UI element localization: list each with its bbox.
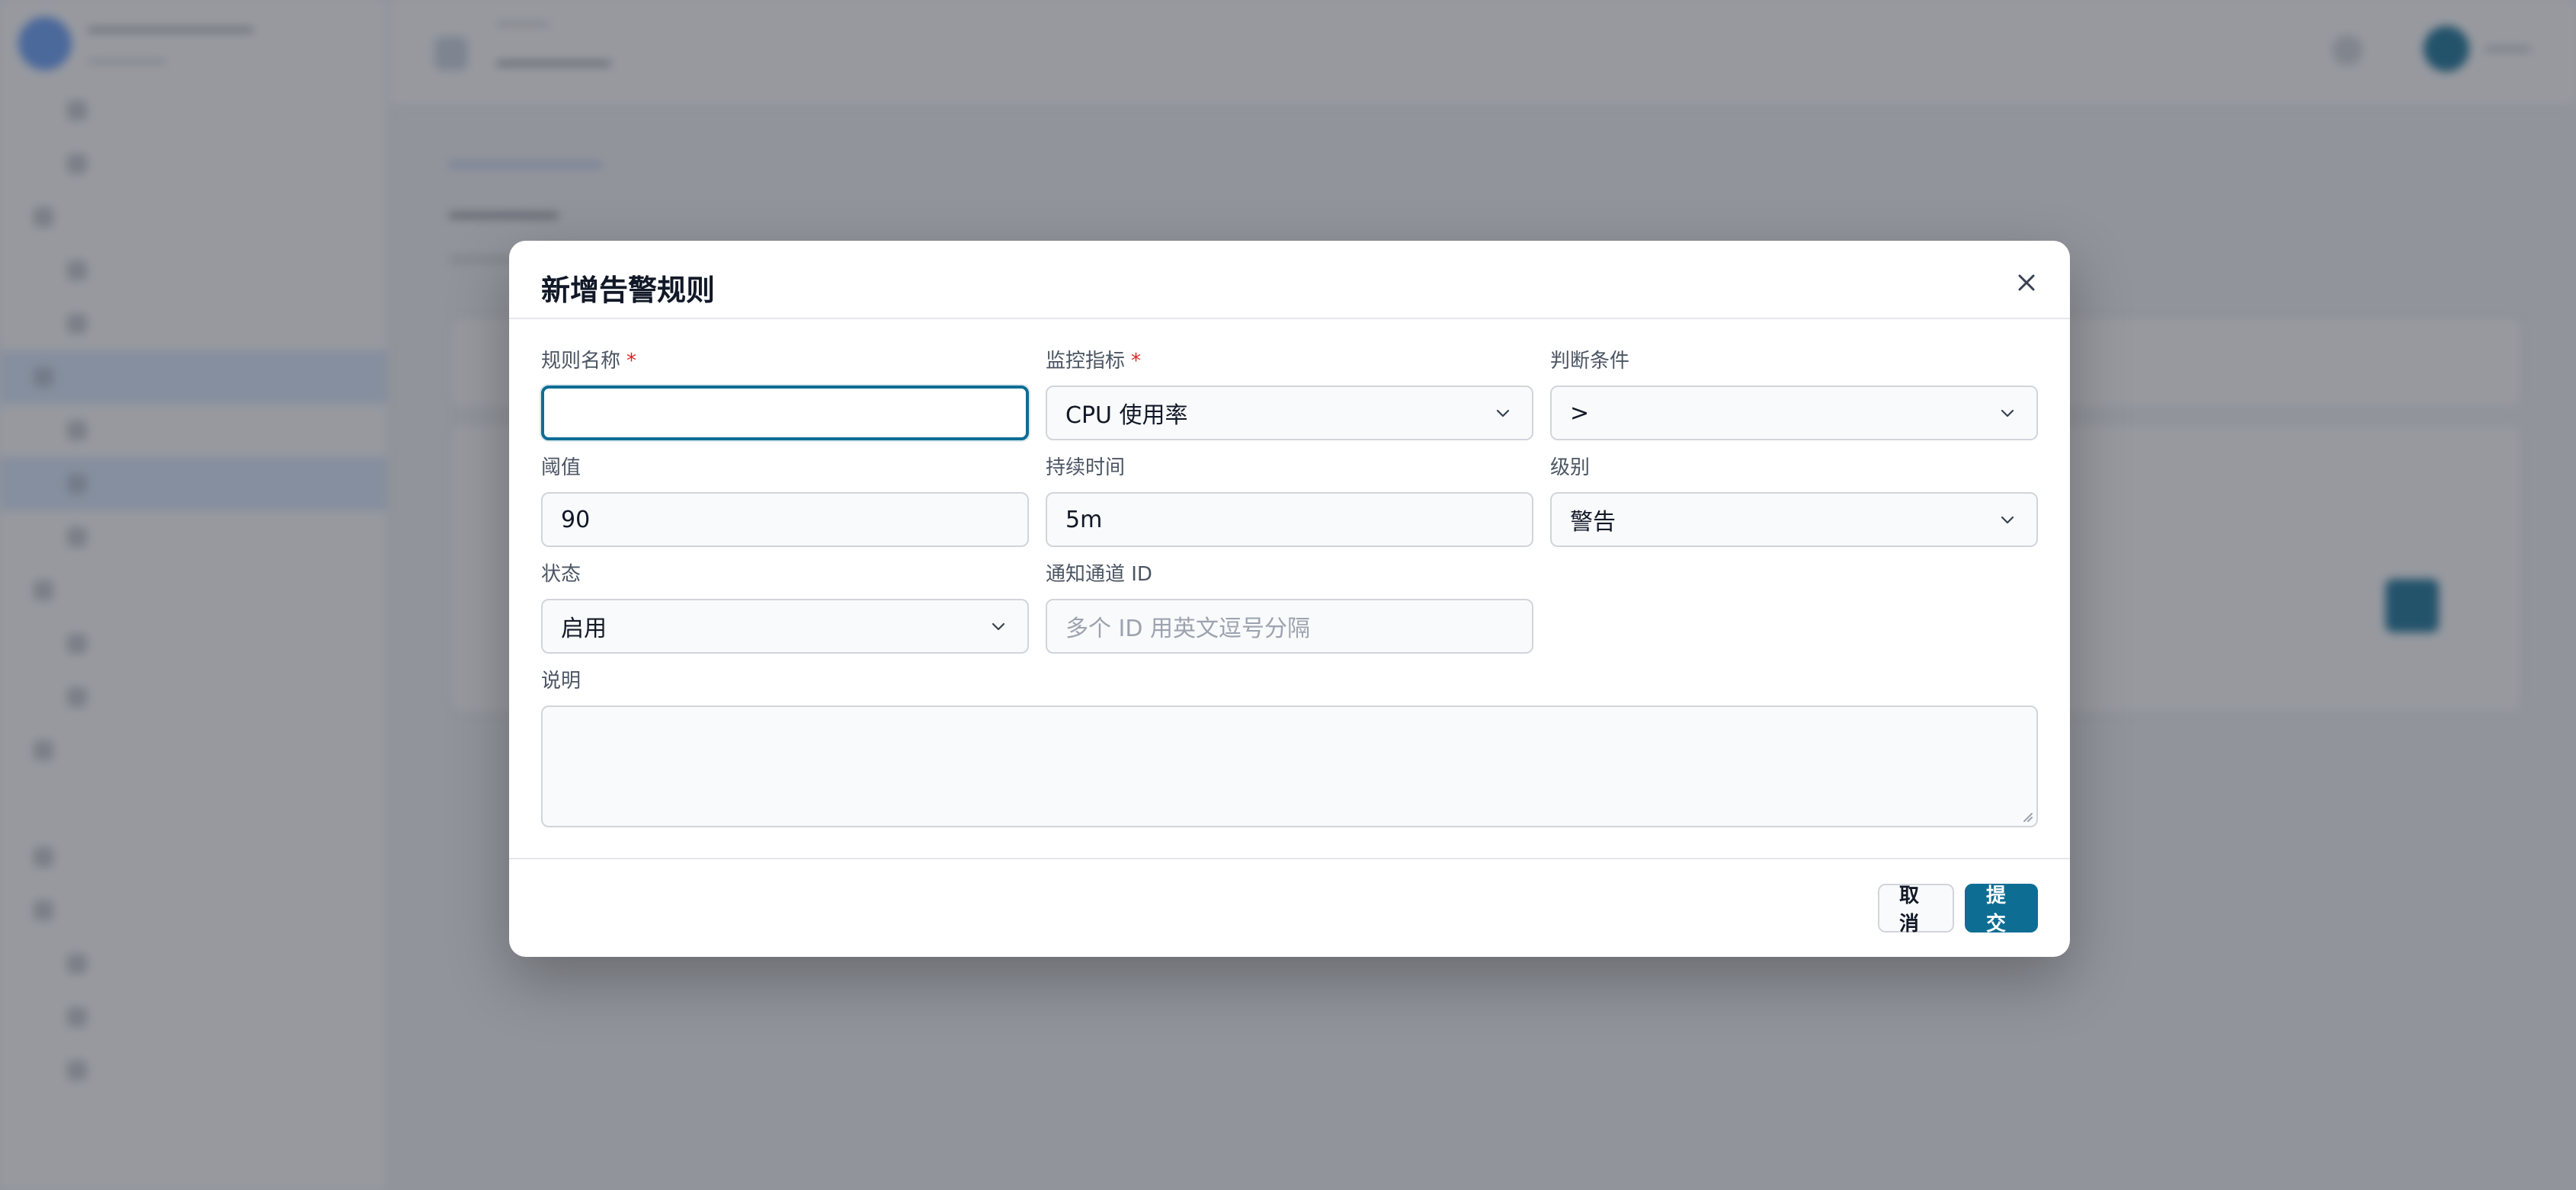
metric-select[interactable]: CPU 使用率 (1046, 385, 1533, 440)
channel-ids-label: 通知通道 ID (1046, 563, 1152, 586)
status-field: 状态 启用 (541, 561, 1029, 654)
channel-ids-placeholder: 多个 ID 用英文逗号分隔 (1065, 616, 1311, 642)
duration-value: 5m (1065, 506, 1103, 533)
status-label: 状态 (541, 563, 582, 586)
required-mark: * (1131, 350, 1142, 373)
description-label: 说明 (541, 670, 582, 693)
metric-label: 监控指标 * (1046, 350, 1142, 373)
condition-select[interactable]: > (1550, 385, 2038, 440)
channel-ids-field: 通知通道 ID 多个 ID 用英文逗号分隔 (1046, 561, 1533, 654)
required-mark: * (626, 350, 637, 373)
close-icon (2018, 274, 2035, 291)
condition-label: 判断条件 (1550, 350, 1630, 373)
status-select[interactable]: 启用 (541, 599, 1029, 654)
duration-input[interactable]: 5m (1046, 492, 1533, 547)
dialog-header: 新增告警规则 (509, 241, 2070, 319)
duration-label: 持续时间 (1046, 456, 1126, 479)
condition-selected-value: > (1570, 399, 1590, 427)
condition-field: 判断条件 > (1550, 347, 2038, 440)
description-textarea[interactable] (541, 705, 2038, 827)
threshold-field: 阈值 90 (541, 454, 1029, 547)
chevron-down-icon (1997, 509, 2018, 530)
rule-name-label: 规则名称 * (541, 350, 637, 373)
submit-button[interactable]: 提交 (1965, 884, 2038, 936)
rule-name-field: 规则名称 * (541, 347, 1029, 440)
metric-field: 监控指标 * CPU 使用率 (1046, 347, 1533, 440)
status-selected-value: 启用 (561, 616, 607, 642)
level-field: 级别 警告 (1550, 454, 2038, 547)
chevron-down-icon (988, 616, 1009, 637)
add-alert-rule-dialog: 新增告警规则 规则名称 * 监控指标 * CPU 使用率 判断条件 > 阈值 9… (509, 241, 2070, 957)
threshold-value: 90 (561, 506, 591, 533)
level-select[interactable]: 警告 (1550, 492, 2038, 547)
dialog-footer: 取消 提交 (509, 858, 2070, 957)
duration-field: 持续时间 5m (1046, 454, 1533, 547)
rule-name-input[interactable] (541, 385, 1029, 440)
level-selected-value: 警告 (1570, 509, 1616, 536)
close-button[interactable] (2007, 264, 2046, 302)
threshold-label: 阈值 (541, 456, 582, 479)
dialog-title: 新增告警规则 (541, 274, 716, 307)
chevron-down-icon (1492, 402, 1514, 424)
chevron-down-icon (1997, 402, 2018, 424)
threshold-input[interactable]: 90 (541, 492, 1029, 547)
metric-selected-value: CPU 使用率 (1065, 402, 1188, 429)
channel-ids-input[interactable]: 多个 ID 用英文逗号分隔 (1046, 599, 1533, 654)
level-label: 级别 (1550, 456, 1591, 479)
cancel-button[interactable]: 取消 (1878, 884, 1954, 936)
resize-handle-icon[interactable] (2020, 809, 2033, 823)
description-field: 说明 (541, 667, 2038, 827)
